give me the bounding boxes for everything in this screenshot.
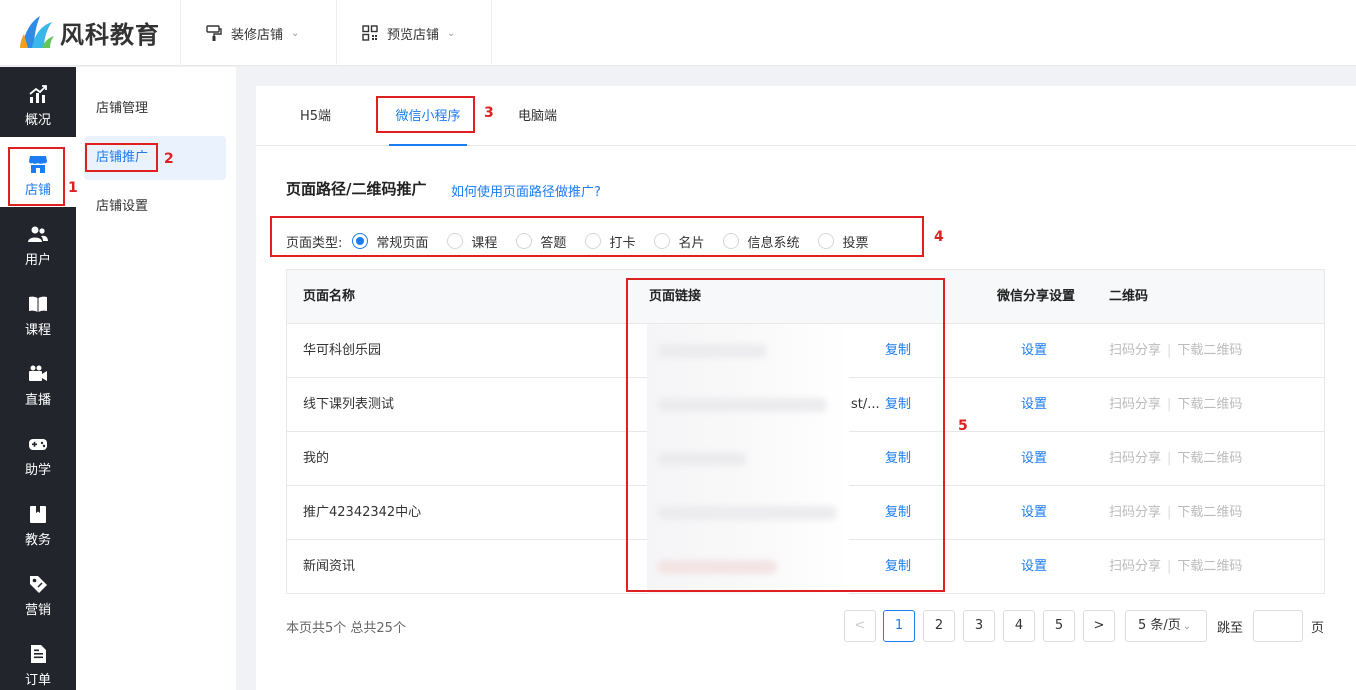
divider: | [1167, 343, 1172, 358]
jump-to-label: 跳至 [1217, 621, 1244, 636]
chevron-down-icon: ⌄ [447, 27, 456, 39]
help-link[interactable]: 如何使用页面路径做推广? [451, 181, 601, 200]
subnav-item-store-management[interactable]: 店铺管理 [84, 87, 226, 131]
share-settings-button[interactable]: 设置 [1021, 432, 1047, 486]
decorate-store-label: 装修店铺 [231, 27, 284, 43]
annotation-number-3: 3 [484, 105, 494, 121]
annotation-box-4 [270, 216, 924, 257]
sidebar-item-orders[interactable]: 订单 [0, 627, 76, 690]
sidebar-item-label: 课程 [24, 323, 51, 338]
page-name: 线下课列表测试 [303, 397, 395, 412]
users-icon [28, 226, 48, 242]
jump-unit-label: 页 [1311, 621, 1325, 636]
sidebar-item-label: 营销 [24, 603, 51, 618]
annotation-box-5 [626, 278, 945, 592]
sidebar-item-live[interactable]: 直播 [0, 347, 76, 417]
scan-share-button[interactable]: 扫码分享 [1109, 505, 1161, 520]
qrcode-icon [361, 24, 379, 42]
divider: | [1167, 505, 1172, 520]
sidebar-item-label: 概况 [24, 113, 51, 128]
download-qrcode-button[interactable]: 下载二维码 [1177, 397, 1242, 412]
download-qrcode-button[interactable]: 下载二维码 [1177, 559, 1242, 574]
top-header: 风科教育 装修店铺 ⌄ 预览店铺 ⌄ [0, 0, 1356, 66]
page-name: 华可科创乐园 [303, 343, 382, 358]
download-qrcode-button[interactable]: 下载二维码 [1177, 505, 1242, 520]
scan-share-button[interactable]: 扫码分享 [1109, 397, 1161, 412]
jump-to-page-input[interactable] [1253, 610, 1303, 642]
annotation-box-2 [85, 143, 158, 172]
column-header-wechat-share: 微信分享设置 [997, 289, 1076, 304]
pagination-summary: 本页共5个 总共25个 [286, 621, 406, 636]
divider: | [1167, 451, 1172, 466]
subnav-item-store-settings[interactable]: 店铺设置 [84, 185, 226, 229]
page-button-4[interactable]: 4 [1003, 610, 1035, 642]
chevron-down-icon: ⌄ [1182, 621, 1192, 632]
divider: | [1167, 397, 1172, 412]
column-header-page-name: 页面名称 [303, 289, 356, 304]
tag-icon [30, 576, 47, 593]
page-name: 推广42342342中心 [303, 505, 422, 520]
brand-name: 风科教育 [60, 20, 160, 49]
annotation-box-1 [8, 147, 65, 206]
page-button-5[interactable]: 5 [1043, 610, 1075, 642]
chart-icon [29, 85, 47, 103]
annotation-number-4: 4 [934, 229, 944, 245]
page-button-3[interactable]: 3 [963, 610, 995, 642]
scan-share-button[interactable]: 扫码分享 [1109, 451, 1161, 466]
annotation-number-1: 1 [68, 180, 78, 196]
sidebar-item-overview[interactable]: 概况 [0, 67, 76, 137]
sidebar-item-label: 助学 [24, 463, 51, 478]
column-header-qrcode: 二维码 [1109, 289, 1149, 304]
qrcode-actions: 扫码分享 | 下载二维码 [1109, 378, 1242, 432]
tab-h5[interactable]: H5端 [300, 86, 331, 146]
book-icon [29, 296, 47, 312]
divider: | [1167, 559, 1172, 574]
page-size-select[interactable]: 5 条/页 ⌄ [1125, 610, 1207, 642]
clipboard-icon [30, 506, 46, 523]
preview-store-label: 预览店铺 [387, 27, 440, 43]
qrcode-actions: 扫码分享 | 下载二维码 [1109, 324, 1242, 378]
scan-share-button[interactable]: 扫码分享 [1109, 559, 1161, 574]
paint-roller-icon [205, 24, 223, 42]
sidebar-item-study-assist[interactable]: 助学 [0, 417, 76, 487]
share-settings-button[interactable]: 设置 [1021, 324, 1047, 378]
section-title: 页面路径/二维码推广 [286, 180, 427, 198]
decorate-store-menu[interactable]: 装修店铺 ⌄ [180, 0, 336, 66]
share-settings-button[interactable]: 设置 [1021, 378, 1047, 432]
page-name: 我的 [303, 451, 330, 466]
page-size-value: 5 条/页 [1138, 618, 1181, 633]
download-qrcode-button[interactable]: 下载二维码 [1177, 451, 1242, 466]
prev-page-button[interactable]: < [844, 610, 876, 642]
qrcode-actions: 扫码分享 | 下载二维码 [1109, 432, 1242, 486]
gamepad-icon [29, 439, 47, 450]
download-qrcode-button[interactable]: 下载二维码 [1177, 343, 1242, 358]
chevron-down-icon: ⌄ [291, 27, 300, 39]
sidebar-item-label: 直播 [24, 393, 51, 408]
share-settings-button[interactable]: 设置 [1021, 486, 1047, 540]
tab-desktop[interactable]: 电脑端 [518, 86, 557, 146]
sidebar-item-courses[interactable]: 课程 [0, 277, 76, 347]
brand-logo-icon [20, 16, 54, 48]
document-icon [31, 645, 46, 663]
video-icon [29, 365, 47, 381]
qrcode-actions: 扫码分享 | 下载二维码 [1109, 486, 1242, 540]
scan-share-button[interactable]: 扫码分享 [1109, 343, 1161, 358]
brand-logo[interactable]: 风科教育 [16, 12, 160, 52]
page-button-2[interactable]: 2 [923, 610, 955, 642]
next-page-button[interactable]: > [1083, 610, 1115, 642]
sidebar-item-label: 订单 [24, 673, 51, 688]
qrcode-actions: 扫码分享 | 下载二维码 [1109, 540, 1242, 594]
sidebar-item-academic[interactable]: 教务 [0, 487, 76, 557]
annotation-box-3 [376, 96, 475, 133]
page-name: 新闻资讯 [303, 559, 356, 574]
annotation-number-5: 5 [958, 418, 968, 434]
preview-store-menu[interactable]: 预览店铺 ⌄ [336, 0, 492, 66]
sidebar-item-users[interactable]: 用户 [0, 207, 76, 277]
share-settings-button[interactable]: 设置 [1021, 540, 1047, 594]
annotation-number-2: 2 [164, 151, 174, 167]
sidebar-item-marketing[interactable]: 营销 [0, 557, 76, 627]
sidebar-item-label: 教务 [24, 533, 51, 548]
page-button-1[interactable]: 1 [883, 610, 915, 642]
sidebar-item-label: 用户 [24, 253, 51, 268]
